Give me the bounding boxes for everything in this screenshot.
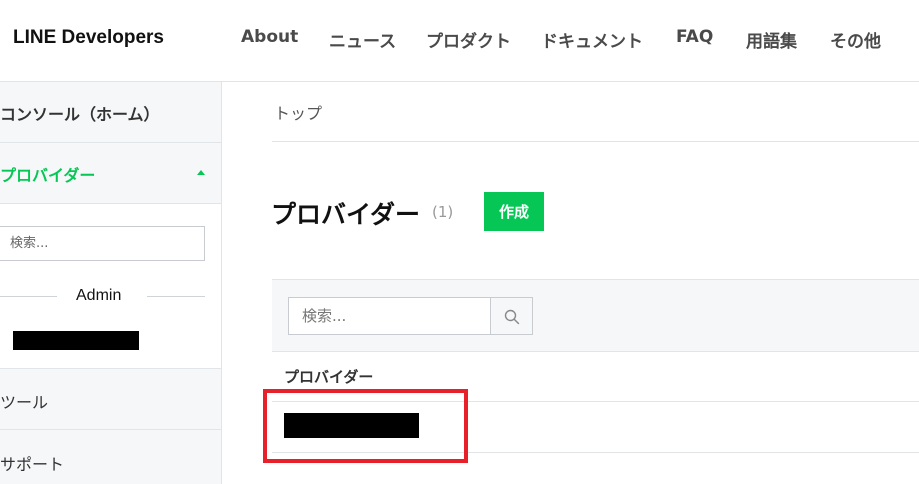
sidebar-item-console[interactable]: コンソール（ホーム）	[0, 82, 221, 143]
nav-faq[interactable]: FAQ	[676, 27, 713, 47]
sidebar-item-support[interactable]: サポート	[0, 430, 221, 484]
sidebar-item-label: コンソール（ホーム）	[0, 105, 160, 124]
nav-news[interactable]: ニュース	[329, 27, 396, 52]
sidebar: コンソール（ホーム） プロバイダー Admin ツール サポート	[0, 82, 222, 484]
search-icon	[504, 309, 520, 325]
provider-count: (1)	[432, 203, 454, 221]
nav-documents[interactable]: ドキュメント	[541, 27, 643, 52]
nav-more[interactable]: その他	[830, 27, 881, 52]
sidebar-provider-panel: Admin	[0, 204, 221, 369]
divider	[147, 296, 205, 297]
nav-about[interactable]: About	[241, 27, 298, 47]
logo[interactable]: LINE Developers	[13, 27, 164, 49]
divider	[272, 141, 919, 142]
search-button[interactable]	[490, 297, 533, 335]
sidebar-item-tools[interactable]: ツール	[0, 369, 221, 430]
page-title: プロバイダー	[271, 200, 421, 229]
highlight-box	[263, 389, 468, 463]
sidebar-item-label: ツール	[0, 393, 49, 412]
nav-glossary[interactable]: 用語集	[746, 27, 797, 52]
top-navbar: LINE Developers About ニュース プロダクト ドキュメント …	[0, 0, 919, 82]
create-button[interactable]: 作成	[484, 192, 544, 231]
sidebar-search-input[interactable]	[0, 227, 204, 260]
search-field	[288, 297, 491, 335]
filter-bar	[272, 279, 919, 352]
nav-products[interactable]: プロダクト	[426, 27, 511, 52]
sidebar-item-provider[interactable]: プロバイダー	[0, 143, 221, 204]
breadcrumb[interactable]: トップ	[274, 100, 322, 124]
sidebar-search	[0, 226, 205, 261]
redacted-provider-link[interactable]	[13, 331, 139, 350]
column-header-provider[interactable]: プロバイダー	[284, 366, 373, 387]
caret-up-icon[interactable]	[197, 170, 205, 175]
divider	[0, 296, 57, 297]
sidebar-item-label: サポート	[0, 455, 65, 474]
sidebar-group-label: Admin	[76, 287, 122, 304]
search-input[interactable]	[289, 298, 490, 334]
sidebar-item-label: プロバイダー	[0, 166, 96, 185]
